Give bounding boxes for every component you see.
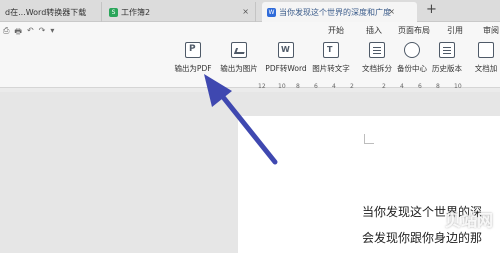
ruler-tick: 10 xyxy=(454,83,462,90)
ruler-tick: 2 xyxy=(382,83,386,90)
ruler-tick: 6 xyxy=(418,83,422,90)
tab-insert[interactable]: 插入 xyxy=(366,25,382,36)
close-icon[interactable]: × xyxy=(242,7,249,16)
toolbar: 输出为PDF 输出为图片 PDF转Word 图片转文字 文档拆分 备份中心 历史… xyxy=(0,38,500,82)
watermark: 贝站网 xyxy=(445,211,494,230)
image-icon xyxy=(231,42,247,58)
document-workspace: 当你发现这个世界的深 会发现你跟你身边的那 xyxy=(0,92,500,253)
spreadsheet-icon: S xyxy=(109,7,118,17)
tool-label: 输出为PDF xyxy=(174,64,212,73)
tool-label: 图片转文字 xyxy=(312,64,350,73)
tab-review[interactable]: 审阅 xyxy=(483,25,499,36)
tool-label: 文档加 xyxy=(474,64,498,73)
document-icon: W xyxy=(267,7,276,17)
ruler-tick: 4 xyxy=(400,83,404,90)
ribbon: ⎙ 🖶 ↶ ↷ ▾ 开始 插入 页面布局 引用 审阅 输出为PDF 输出为图片 … xyxy=(0,22,500,88)
close-icon[interactable]: × xyxy=(388,7,395,16)
document-text-line[interactable]: 会发现你跟你身边的那 xyxy=(362,229,482,246)
tab-title: 当你发现这个世界的深度和广度 xyxy=(279,7,391,17)
ruler-tick: 8 xyxy=(436,83,440,90)
encrypt-document-button[interactable]: 文档加 xyxy=(456,42,500,74)
pdf-icon xyxy=(185,42,201,58)
convert-icon xyxy=(278,42,294,58)
new-tab-button[interactable]: + xyxy=(426,2,437,17)
ruler-tick: 6 xyxy=(314,83,318,90)
tab-word-converter[interactable]: d在...Word转换器下载 xyxy=(0,2,102,22)
tab-workbook[interactable]: S 工作簿2 × xyxy=(104,2,256,22)
encrypt-icon xyxy=(478,42,494,58)
tab-references[interactable]: 引用 xyxy=(447,25,463,36)
ruler-tick: 4 xyxy=(332,83,336,90)
ruler-tick: 2 xyxy=(350,83,354,90)
tab-title: 工作簿2 xyxy=(121,7,151,17)
tab-page-layout[interactable]: 页面布局 xyxy=(398,25,430,36)
ruler-tick: 12 xyxy=(258,83,266,90)
horizontal-ruler: 12 10 8 6 4 2 2 4 6 8 10 xyxy=(254,83,500,92)
tab-document-active[interactable]: W 当你发现这个世界的深度和广度 × xyxy=(262,2,417,22)
tab-title: d在...Word转换器下载 xyxy=(5,7,87,17)
margin-marker xyxy=(364,134,374,144)
tab-bar: d在...Word转换器下载 S 工作簿2 × W 当你发现这个世界的深度和广度… xyxy=(0,0,500,22)
menu-tabs: 开始 插入 页面布局 引用 审阅 xyxy=(0,25,500,37)
document-page[interactable]: 当你发现这个世界的深 会发现你跟你身边的那 xyxy=(238,116,500,253)
ocr-icon xyxy=(323,42,339,58)
ruler-tick: 10 xyxy=(278,83,286,90)
tool-label: 输出为图片 xyxy=(220,64,258,73)
ruler-tick: 8 xyxy=(296,83,300,90)
tab-home[interactable]: 开始 xyxy=(328,25,344,36)
history-icon xyxy=(439,42,455,58)
